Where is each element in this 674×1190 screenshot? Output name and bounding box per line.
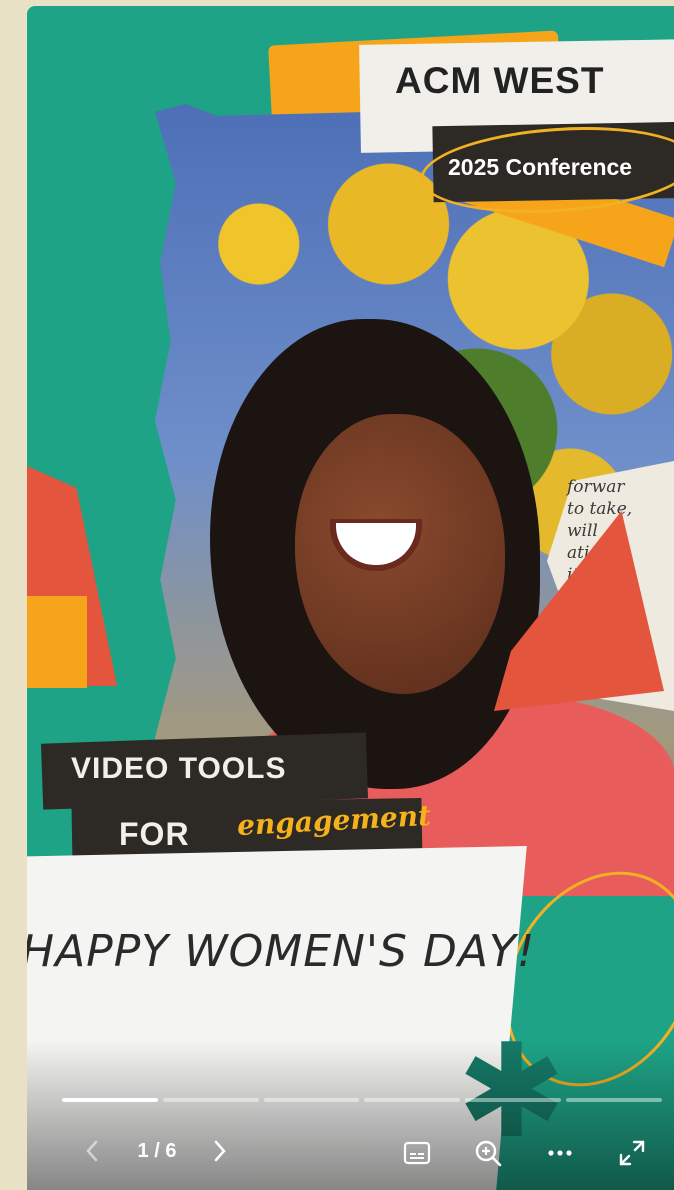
greeting-text: HAPPY WOMEN'S DAY!	[27, 926, 536, 977]
conference-label: 2025 Conference	[448, 154, 633, 180]
slide-controls: 1 / 6	[27, 1131, 674, 1171]
chevron-right-icon[interactable]	[205, 1131, 235, 1173]
slide-viewer: ACM WEST 2025 Conference forwar to take,…	[27, 6, 674, 1190]
captions-icon[interactable]	[402, 1138, 432, 1168]
progress-segment[interactable]	[62, 1098, 158, 1102]
chevron-left-icon[interactable]	[77, 1131, 107, 1173]
tagline-line-2-prefix: FOR	[119, 816, 190, 852]
tagline-line-1: VIDEO TOOLS	[71, 752, 287, 785]
progress-segment[interactable]	[162, 1098, 259, 1102]
more-icon[interactable]	[545, 1138, 575, 1168]
zoom-in-icon[interactable]	[473, 1138, 503, 1168]
progress-segment[interactable]	[566, 1098, 662, 1102]
fullscreen-icon[interactable]	[617, 1138, 647, 1168]
scrap-line: forwar	[567, 477, 625, 497]
orange-paper-shape	[27, 596, 87, 688]
progress-segment[interactable]	[263, 1098, 360, 1102]
slide-title: ACM WEST	[395, 60, 605, 101]
slide-progress-bar[interactable]	[62, 1098, 662, 1102]
page-counter: 1 / 6	[137, 1140, 177, 1162]
progress-segment[interactable]	[465, 1098, 562, 1102]
progress-segment[interactable]	[364, 1098, 461, 1102]
